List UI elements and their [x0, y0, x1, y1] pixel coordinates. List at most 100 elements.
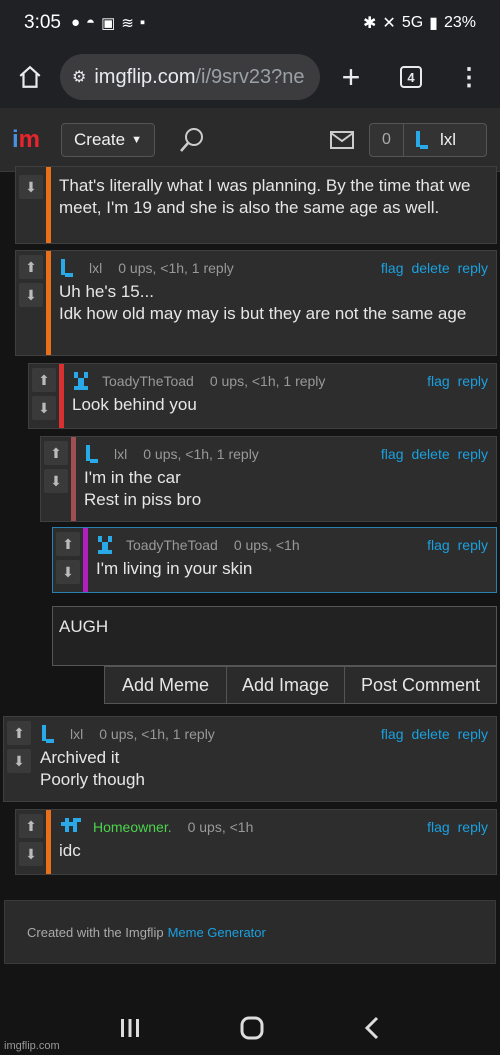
- battery-label: 23%: [443, 14, 476, 31]
- wifi-icon: ≋: [121, 15, 134, 32]
- upvote-button[interactable]: ⬆: [44, 441, 68, 465]
- notification-count: 0: [370, 123, 404, 156]
- reply-link[interactable]: reply: [458, 726, 488, 742]
- upvote-button[interactable]: ⬆: [56, 532, 80, 556]
- home-button[interactable]: [0, 64, 60, 90]
- comment-line: I'm in the car: [84, 468, 181, 487]
- comment-meta: 0 ups, <1h: [233, 537, 300, 553]
- upvote-button[interactable]: ⬆: [19, 814, 43, 838]
- flag-link[interactable]: flag: [427, 819, 450, 835]
- downvote-button[interactable]: ⬇: [32, 396, 56, 420]
- downvote-button[interactable]: ⬇: [19, 842, 43, 866]
- delete-link[interactable]: delete: [411, 726, 449, 742]
- comment-text: That's literally what I was planning. By…: [59, 176, 471, 217]
- reply-link[interactable]: reply: [458, 537, 488, 553]
- back-icon[interactable]: [362, 1015, 382, 1041]
- comment-text: I'm living in your skin: [96, 559, 253, 578]
- recent-apps-icon[interactable]: [118, 1017, 142, 1039]
- android-nav-bar: [0, 1000, 500, 1055]
- upvote-button[interactable]: ⬆: [32, 368, 56, 392]
- comment-line: Idk how old may may is but they are not …: [59, 304, 467, 323]
- comment-text: I'm in the car Rest in piss bro: [84, 467, 488, 511]
- comment-text: Archived it Poorly though: [40, 747, 488, 791]
- search-icon[interactable]: [177, 125, 207, 155]
- user-menu[interactable]: 0 lxl: [369, 122, 487, 157]
- reply-link[interactable]: reply: [458, 819, 488, 835]
- downvote-button[interactable]: ⬇: [19, 175, 43, 199]
- signal-icon: ▮: [429, 15, 438, 32]
- comment: ⬇ That's literally what I was planning. …: [15, 166, 497, 244]
- comment: ⬆ ⬇ lxl 0 ups, <1h, 1 reply flag delete …: [15, 250, 497, 356]
- arrow-down-icon: ⬇: [50, 472, 62, 489]
- reply-textarea[interactable]: AUGH: [52, 606, 497, 666]
- imgflip-header: im Create ▼ 0 lxl: [0, 108, 500, 172]
- browser-toolbar: ⚙ imgflip.com/i/9srv23?ne + 4 ⋮: [0, 46, 500, 108]
- delete-link[interactable]: delete: [411, 446, 449, 462]
- user-avatar-icon[interactable]: [59, 257, 79, 279]
- status-notification-icons: ● ◓ ▣ ≋ ▪: [71, 14, 145, 32]
- url-path: /i/9srv23?ne: [195, 65, 305, 88]
- imgflip-logo[interactable]: im: [12, 125, 48, 155]
- reply-link[interactable]: reply: [458, 373, 488, 389]
- flag-link[interactable]: flag: [381, 446, 404, 462]
- comment-text: Look behind you: [72, 395, 197, 414]
- comment-line: Poorly though: [40, 770, 145, 789]
- home-nav-icon[interactable]: [239, 1015, 265, 1041]
- downvote-button[interactable]: ⬇: [44, 469, 68, 493]
- flag-link[interactable]: flag: [427, 537, 450, 553]
- user-avatar-icon[interactable]: [96, 534, 116, 556]
- downvote-button[interactable]: ⬇: [56, 560, 80, 584]
- arrow-up-icon: ⬆: [50, 444, 62, 461]
- spotify-icon: ●: [70, 14, 81, 31]
- header-username: lxl: [440, 129, 457, 149]
- comment-username[interactable]: lxl: [70, 726, 83, 742]
- comment: ⬆ ⬇ Homeowner. 0 ups, <1h flag reply idc: [15, 809, 497, 875]
- delete-link[interactable]: delete: [411, 260, 449, 276]
- downvote-button[interactable]: ⬇: [7, 749, 31, 773]
- browser-menu-button[interactable]: ⋮: [440, 63, 498, 92]
- user-avatar-icon[interactable]: [40, 723, 60, 745]
- comment-username[interactable]: ToadyTheToad: [102, 373, 194, 389]
- flag-link[interactable]: flag: [381, 260, 404, 276]
- meme-generator-link[interactable]: Meme Generator: [168, 925, 266, 940]
- comment-username[interactable]: ToadyTheToad: [126, 537, 218, 553]
- comment-username[interactable]: Homeowner.: [93, 819, 172, 835]
- downvote-button[interactable]: ⬇: [19, 283, 43, 307]
- reply-link[interactable]: reply: [458, 260, 488, 276]
- comment-username[interactable]: lxl: [89, 260, 102, 276]
- comment: ⬆ ⬇ ToadyTheToad 0 ups, <1h, 1 reply fla…: [28, 363, 497, 429]
- add-meme-button[interactable]: Add Meme: [105, 667, 227, 703]
- add-image-button[interactable]: Add Image: [227, 667, 345, 703]
- arrow-up-icon: ⬆: [25, 258, 37, 275]
- upvote-button[interactable]: ⬆: [7, 721, 31, 745]
- arrow-up-icon: ⬆: [25, 817, 37, 834]
- vote-controls: ⬆ ⬇: [4, 717, 34, 801]
- create-dropdown[interactable]: Create ▼: [61, 122, 155, 157]
- comment-username[interactable]: lxl: [114, 446, 127, 462]
- mail-icon[interactable]: [329, 129, 355, 151]
- upvote-button[interactable]: ⬆: [19, 255, 43, 279]
- post-comment-button[interactable]: Post Comment: [345, 667, 496, 703]
- unknown-app-icon: ▪: [139, 14, 146, 31]
- tab-count: 4: [400, 66, 422, 88]
- imgflip-watermark: imgflip.com: [4, 1040, 60, 1052]
- flag-link[interactable]: flag: [427, 373, 450, 389]
- address-bar[interactable]: ⚙ imgflip.com/i/9srv23?ne: [60, 54, 320, 100]
- comment-text: Uh he's 15... Idk how old may may is but…: [59, 281, 488, 325]
- comment-meta: 0 ups, <1h, 1 reply: [99, 726, 215, 742]
- user-avatar-icon[interactable]: [72, 370, 92, 392]
- status-bar: 3:05 ● ◓ ▣ ≋ ▪ ✱ ✕ 5G ▮ 23%: [0, 0, 500, 46]
- caret-down-icon: ▼: [131, 133, 142, 146]
- arrow-down-icon: ⬇: [25, 178, 37, 195]
- user-avatar-icon[interactable]: [59, 816, 83, 838]
- arrow-down-icon: ⬇: [25, 845, 37, 862]
- footer-text: Created with the Imgflip: [27, 924, 164, 940]
- reply-link[interactable]: reply: [458, 446, 488, 462]
- user-avatar-icon[interactable]: [84, 443, 104, 465]
- flag-link[interactable]: flag: [381, 726, 404, 742]
- tab-switcher-button[interactable]: 4: [382, 66, 440, 88]
- new-tab-button[interactable]: +: [320, 59, 382, 96]
- comment: ⬆ ⬇ lxl 0 ups, <1h, 1 reply flag delete …: [40, 436, 497, 522]
- network-label: 5G: [401, 14, 424, 31]
- site-settings-icon[interactable]: ⚙: [72, 67, 86, 87]
